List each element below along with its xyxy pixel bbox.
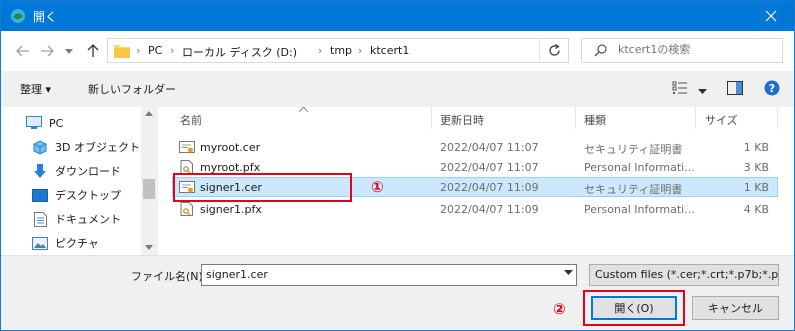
file-type: Personal Informati...	[584, 203, 695, 216]
file-type: セキュリティ証明書	[584, 143, 683, 156]
file-modified: 2022/04/07 11:09	[440, 181, 539, 194]
file-size: 1 KB	[743, 181, 769, 194]
file-type-filter-value: Custom files (*.cer;*.crt;*.p7b;*.pfx)	[595, 268, 779, 281]
sidebar-item-3d-objects[interactable]: 3D オブジェクト	[31, 137, 140, 157]
organize-menu-button[interactable]: 整理 ▾	[20, 81, 51, 97]
file-type: Personal Informati...	[584, 161, 695, 174]
sidebar-item-label: PC	[49, 116, 64, 130]
recent-locations-button[interactable]	[61, 43, 77, 59]
open-button[interactable]: 開く(O)	[591, 296, 677, 320]
app-icon	[10, 8, 26, 24]
dialog-footer: ファイル名(N): signer1.cer Custom files (*.ce…	[1, 255, 794, 330]
file-name: signer1.pfx	[200, 203, 262, 216]
preview-pane-button[interactable]	[727, 81, 743, 98]
view-list-icon	[672, 81, 687, 94]
window-title: 開く	[33, 10, 58, 24]
preview-pane-icon	[727, 81, 743, 95]
table-row[interactable]: signer1.pfx 2022/04/07 11:09 Personal In…	[172, 199, 778, 219]
pfx-icon	[180, 202, 193, 217]
close-button[interactable]	[748, 1, 794, 31]
help-button[interactable]: ?	[764, 80, 780, 99]
file-size: 1 KB	[743, 141, 769, 154]
sidebar-item-downloads[interactable]: ダウンロード	[31, 161, 121, 181]
annotation-marker-2: ②	[553, 300, 566, 318]
help-icon: ?	[764, 80, 780, 96]
chevron-down-icon[interactable]	[564, 270, 573, 275]
sidebar-item-pc[interactable]: PC	[25, 113, 63, 133]
file-size: 3 KB	[743, 161, 769, 174]
download-icon	[31, 163, 49, 179]
filename-field[interactable]: signer1.cer	[201, 264, 577, 286]
search-icon	[594, 44, 607, 57]
sidebar-item-label: ドキュメント	[55, 213, 121, 226]
breadcrumb-ktcert1[interactable]: ktcert1	[370, 44, 409, 57]
breadcrumb-tmp[interactable]: tmp	[330, 44, 352, 57]
folder-icon	[114, 45, 130, 58]
back-button[interactable]	[15, 43, 31, 59]
desktop-icon	[31, 187, 49, 203]
chevron-down-icon	[65, 48, 73, 54]
file-type: セキュリティ証明書	[584, 183, 683, 196]
search-box[interactable]	[581, 38, 783, 63]
refresh-button[interactable]	[539, 38, 569, 63]
file-name: myroot.cer	[200, 141, 261, 154]
scrollbar-thumb[interactable]	[143, 179, 155, 199]
chevron-down-icon	[698, 89, 707, 94]
up-button[interactable]	[85, 43, 101, 59]
scroll-down-icon[interactable]	[145, 245, 153, 250]
column-header-name[interactable]: 名前	[180, 107, 202, 129]
sidebar-item-label: ダウンロード	[55, 165, 121, 178]
sidebar-item-label: 3D オブジェクト	[55, 141, 140, 154]
file-size: 4 KB	[743, 203, 769, 216]
sidebar-item-desktop[interactable]: デスクトップ	[31, 185, 121, 205]
navigation-bar: › PC › ローカル ディスク (D:) › tmp › ktcert1	[1, 31, 794, 71]
sidebar-item-pictures[interactable]: ピクチャ	[31, 233, 99, 253]
open-button-label: 開く(O)	[614, 302, 654, 315]
document-icon	[31, 211, 49, 227]
certificate-icon	[179, 141, 195, 153]
pictures-icon	[31, 235, 49, 251]
view-options-button[interactable]	[672, 81, 688, 98]
3d-objects-icon	[31, 139, 49, 155]
back-arrow-icon	[16, 45, 29, 57]
open-file-dialog: 開く › PC › ローカル ディスク (D:) › tmp › ktcert1	[0, 0, 795, 331]
up-arrow-icon	[87, 44, 99, 57]
sort-ascending-icon	[299, 107, 308, 112]
file-modified: 2022/04/07 11:07	[440, 161, 539, 174]
annotation-marker-1: ①	[371, 178, 384, 196]
cancel-button[interactable]: キャンセル	[692, 296, 779, 320]
svg-text:?: ?	[769, 82, 775, 95]
pc-icon	[25, 115, 43, 131]
forward-arrow-icon	[41, 45, 54, 57]
navigation-pane: PC 3D オブジェクト ダウンロード デスクトップ ドキュメント ピクチャ	[1, 107, 157, 255]
sidebar-item-label: デスクトップ	[55, 189, 121, 202]
column-header-modified[interactable]: 更新日時	[440, 107, 484, 129]
file-type-filter[interactable]: Custom files (*.cer;*.crt;*.p7b;*.pfx)	[589, 264, 779, 286]
cancel-button-label: キャンセル	[708, 302, 763, 315]
close-icon	[765, 10, 777, 22]
search-input[interactable]	[618, 43, 778, 56]
address-bar[interactable]: › PC › ローカル ディスク (D:) › tmp › ktcert1	[107, 38, 629, 63]
sidebar-item-label: ピクチャ	[55, 237, 99, 250]
filename-value: signer1.cer	[206, 268, 268, 281]
new-folder-button[interactable]: 新しいフォルダー	[88, 81, 176, 97]
refresh-icon	[549, 44, 560, 56]
view-dropdown-button[interactable]	[698, 84, 707, 97]
column-header-size[interactable]: サイズ	[705, 107, 738, 129]
title-bar: 開く	[1, 1, 794, 31]
column-header-type[interactable]: 種類	[584, 107, 606, 129]
file-modified: 2022/04/07 11:07	[440, 141, 539, 154]
file-list: 名前 更新日時 種類 サイズ myroot.cer 2022/04/07 11:…	[158, 107, 794, 255]
filename-label: ファイル名(N):	[131, 270, 207, 283]
forward-button[interactable]	[39, 43, 55, 59]
command-bar: 整理 ▾ 新しいフォルダー ?	[1, 71, 794, 107]
table-row[interactable]: myroot.cer 2022/04/07 11:07 セキュリティ証明書 1 …	[172, 137, 778, 157]
breadcrumb-local-disk[interactable]: ローカル ディスク (D:)	[182, 44, 297, 60]
file-modified: 2022/04/07 11:09	[440, 203, 539, 216]
breadcrumb-pc[interactable]: PC	[148, 44, 162, 57]
annotation-highlight-file	[173, 173, 352, 202]
scroll-up-icon[interactable]	[145, 111, 153, 116]
navigation-scrollbar[interactable]	[141, 107, 157, 255]
sidebar-item-documents[interactable]: ドキュメント	[31, 209, 121, 229]
